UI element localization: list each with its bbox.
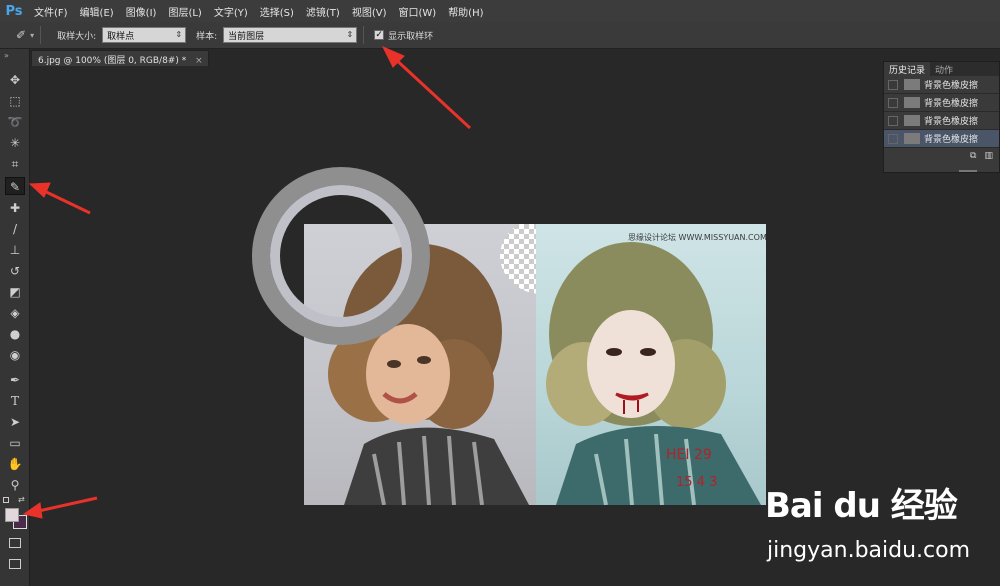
baidu-watermark: Bai du 经验 jingyan.baidu.com [765,478,1000,586]
arrow-to-swatches [33,496,98,514]
baidu-logo: Bai du 经验 [765,486,958,526]
arrowhead-icon [22,502,43,519]
arrow-to-checkbox [390,54,472,130]
arrow-to-eyedropper [39,187,91,215]
arrowhead-icon [28,182,51,198]
baidu-url: jingyan.baidu.com [767,538,971,563]
